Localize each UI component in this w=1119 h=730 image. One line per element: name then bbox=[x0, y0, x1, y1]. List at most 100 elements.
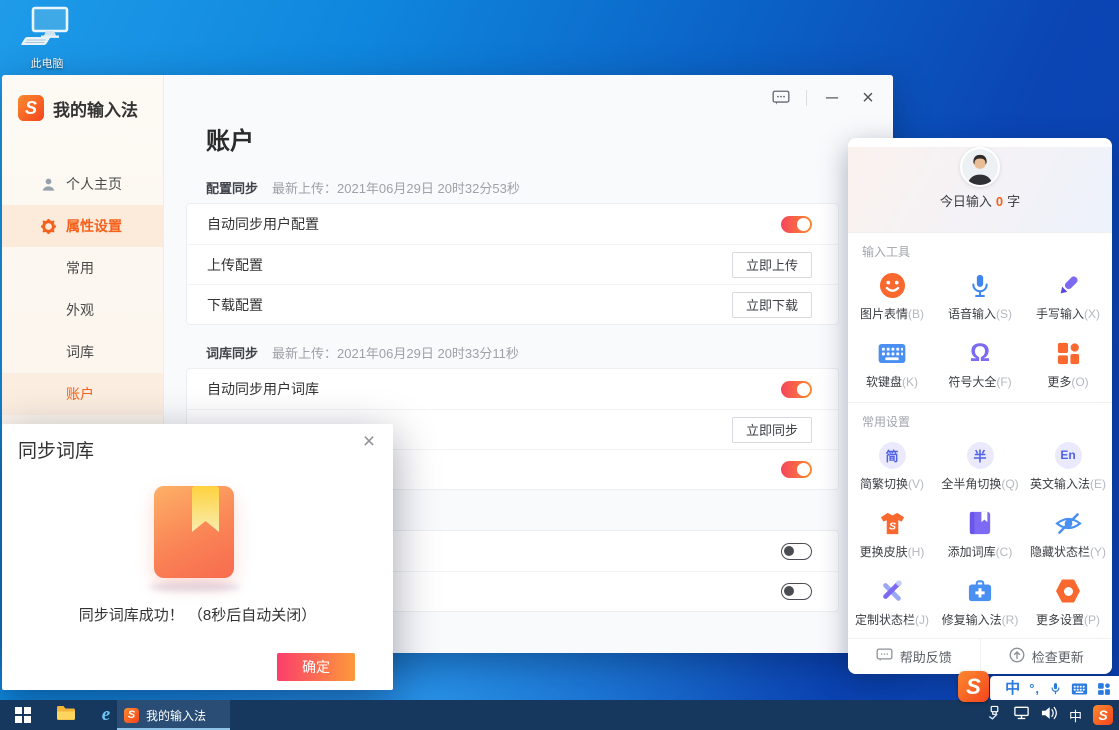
setting-full-half-width[interactable]: 半 全半角切换(Q) bbox=[936, 432, 1024, 500]
tool-handwriting[interactable]: 手写输入(X) bbox=[1024, 262, 1112, 330]
setting-hide-statusbar[interactable]: 隐藏状态栏(Y) bbox=[1024, 500, 1112, 568]
tool-voice[interactable]: 语音输入(S) bbox=[936, 262, 1024, 330]
sogou-tray-logo-icon[interactable]: S bbox=[1093, 705, 1113, 725]
auto-sync-lexicon-toggle[interactable] bbox=[781, 381, 812, 398]
setting-customize-statusbar[interactable]: 定制状态栏(J) bbox=[848, 568, 936, 636]
section-header-config-sync: 配置同步 最新上传：2021年06月29日 20时32分53秒 bbox=[206, 178, 520, 197]
option-toggle[interactable] bbox=[781, 583, 812, 600]
windows-logo-icon bbox=[15, 707, 31, 723]
last-upload-time: 最新上传：2021年06月29日 20时33分11秒 bbox=[272, 343, 519, 362]
gear-icon bbox=[40, 218, 56, 234]
setting-english-ime[interactable]: En 英文输入法(E) bbox=[1024, 432, 1112, 500]
confirm-button[interactable]: 确定 bbox=[277, 653, 355, 681]
tray-ime-indicator[interactable]: 中 bbox=[1069, 706, 1082, 725]
tools-icon bbox=[879, 576, 905, 606]
download-now-button[interactable]: 立即下载 bbox=[732, 292, 812, 318]
svg-text:S: S bbox=[888, 520, 895, 532]
system-tray: 中 S bbox=[987, 700, 1113, 730]
setting-row: 上传配置 立即上传 bbox=[187, 244, 838, 284]
today-input-stat: 今日输入0字 bbox=[848, 191, 1112, 210]
panel-header: 今日输入0字 bbox=[848, 147, 1112, 233]
sogou-statusbar-logo-icon[interactable]: S bbox=[958, 671, 989, 702]
sidebar-item-home[interactable]: 个人主页 bbox=[2, 163, 163, 205]
soft-keyboard-icon[interactable] bbox=[1071, 683, 1088, 695]
tshirt-icon: S bbox=[879, 508, 906, 538]
setting-change-skin[interactable]: S 更换皮肤(H) bbox=[848, 500, 936, 568]
app-brand: S 我的输入法 bbox=[2, 75, 163, 121]
ime-mode-indicator[interactable]: 中 bbox=[1005, 681, 1020, 696]
half-width-badge-icon: 半 bbox=[967, 442, 994, 469]
tool-soft-keyboard[interactable]: 软键盘(K) bbox=[848, 330, 936, 398]
panel-divider bbox=[848, 402, 1112, 403]
sidebar-item-label: 个人主页 bbox=[66, 174, 122, 194]
option-toggle[interactable] bbox=[781, 543, 812, 560]
feedback-icon[interactable] bbox=[770, 87, 792, 109]
setting-row: 自动同步用户配置 bbox=[187, 204, 838, 244]
setting-more-settings[interactable]: 更多设置(P) bbox=[1024, 568, 1112, 636]
section-header-lexicon-sync: 词库同步 最新上传：2021年06月29日 20时33分11秒 bbox=[206, 343, 519, 362]
usb-eject-icon[interactable] bbox=[987, 705, 1002, 726]
dialog-title: 同步词库 bbox=[18, 436, 94, 463]
dialog-message: 同步词库成功！ （8秒后自动关闭） bbox=[2, 604, 393, 625]
sidebar-item-lexicon[interactable]: 词库 bbox=[2, 331, 163, 373]
internet-explorer-icon: e bbox=[102, 704, 110, 726]
dialog-close-icon[interactable]: × bbox=[357, 430, 381, 454]
close-button[interactable]: × bbox=[857, 87, 879, 109]
last-upload-time: 最新上传：2021年06月29日 20时32分53秒 bbox=[272, 178, 520, 197]
book-icon bbox=[968, 508, 992, 538]
medkit-icon bbox=[967, 576, 993, 606]
avatar[interactable] bbox=[960, 147, 1000, 187]
tool-symbols[interactable]: Ω 符号大全(F) bbox=[936, 330, 1024, 398]
sync-lexicon-dialog: 同步词库 × 同步词库成功！ （8秒后自动关闭） 确定 bbox=[2, 424, 393, 690]
help-feedback-button[interactable]: 帮助反馈 bbox=[848, 639, 980, 674]
voice-icon[interactable] bbox=[1049, 681, 1062, 696]
microphone-icon bbox=[967, 270, 993, 300]
punctuation-icon[interactable]: °, bbox=[1029, 682, 1040, 695]
setting-row: 自动同步用户词库 bbox=[187, 369, 838, 409]
panel-footer: 帮助反馈 检查更新 bbox=[848, 638, 1112, 674]
desktop-icon-this-pc[interactable]: 此电脑 bbox=[12, 6, 82, 71]
sidebar-item-settings[interactable]: 属性设置 bbox=[2, 205, 163, 247]
lexicon-toggle[interactable] bbox=[781, 461, 812, 478]
setting-row: 下载配置 立即下载 bbox=[187, 284, 838, 324]
chat-icon bbox=[876, 648, 893, 666]
network-icon[interactable] bbox=[1013, 706, 1030, 725]
update-icon bbox=[1009, 647, 1025, 666]
sidebar-item-label: 账户 bbox=[66, 384, 94, 404]
tool-emoji[interactable]: 图片表情(B) bbox=[848, 262, 936, 330]
app-title: 我的输入法 bbox=[53, 96, 138, 121]
sidebar-item-appearance[interactable]: 外观 bbox=[2, 289, 163, 331]
file-explorer-button[interactable] bbox=[46, 700, 86, 730]
page-title: 账户 bbox=[206, 121, 254, 156]
minimize-button[interactable]: ─ bbox=[821, 87, 843, 109]
sidebar-item-label: 常用 bbox=[66, 258, 94, 278]
book-shadow bbox=[149, 582, 241, 592]
sogou-logo-icon: S bbox=[124, 708, 139, 723]
desktop: 此电脑 S 我的输入法 个人主页 bbox=[0, 0, 1119, 730]
sync-now-button[interactable]: 立即同步 bbox=[732, 417, 812, 443]
start-button[interactable] bbox=[0, 700, 46, 730]
nut-icon bbox=[1056, 579, 1081, 604]
config-sync-box: 自动同步用户配置 上传配置 立即上传 下载配置 立即下载 bbox=[186, 203, 839, 325]
upload-now-button[interactable]: 立即上传 bbox=[732, 252, 812, 278]
sidebar-item-common[interactable]: 常用 bbox=[2, 247, 163, 289]
taskbar-task-ime[interactable]: S 我的输入法 bbox=[117, 700, 230, 730]
speaker-icon[interactable] bbox=[1041, 706, 1058, 725]
setting-simp-trad[interactable]: 简 简繁切换(V) bbox=[848, 432, 936, 500]
setting-add-lexicon[interactable]: 添加词库(C) bbox=[936, 500, 1024, 568]
emoji-icon bbox=[879, 270, 906, 300]
grid-icon bbox=[1056, 338, 1081, 368]
keyboard-icon bbox=[877, 338, 907, 368]
check-update-button[interactable]: 检查更新 bbox=[980, 639, 1113, 674]
pencil-icon bbox=[1055, 270, 1082, 300]
bookmark-icon bbox=[192, 486, 219, 532]
sogou-logo-icon: S bbox=[18, 95, 44, 121]
omega-icon: Ω bbox=[970, 338, 990, 368]
section-title-input-tools: 输入工具 bbox=[862, 243, 1112, 260]
lexicon-book-icon bbox=[154, 486, 234, 578]
setting-repair-ime[interactable]: 修复输入法(R) bbox=[936, 568, 1024, 636]
tool-more[interactable]: 更多(O) bbox=[1024, 330, 1112, 398]
sidebar-item-account[interactable]: 账户 bbox=[2, 373, 163, 415]
toolbox-grid-icon[interactable] bbox=[1097, 682, 1111, 696]
auto-sync-config-toggle[interactable] bbox=[781, 216, 812, 233]
